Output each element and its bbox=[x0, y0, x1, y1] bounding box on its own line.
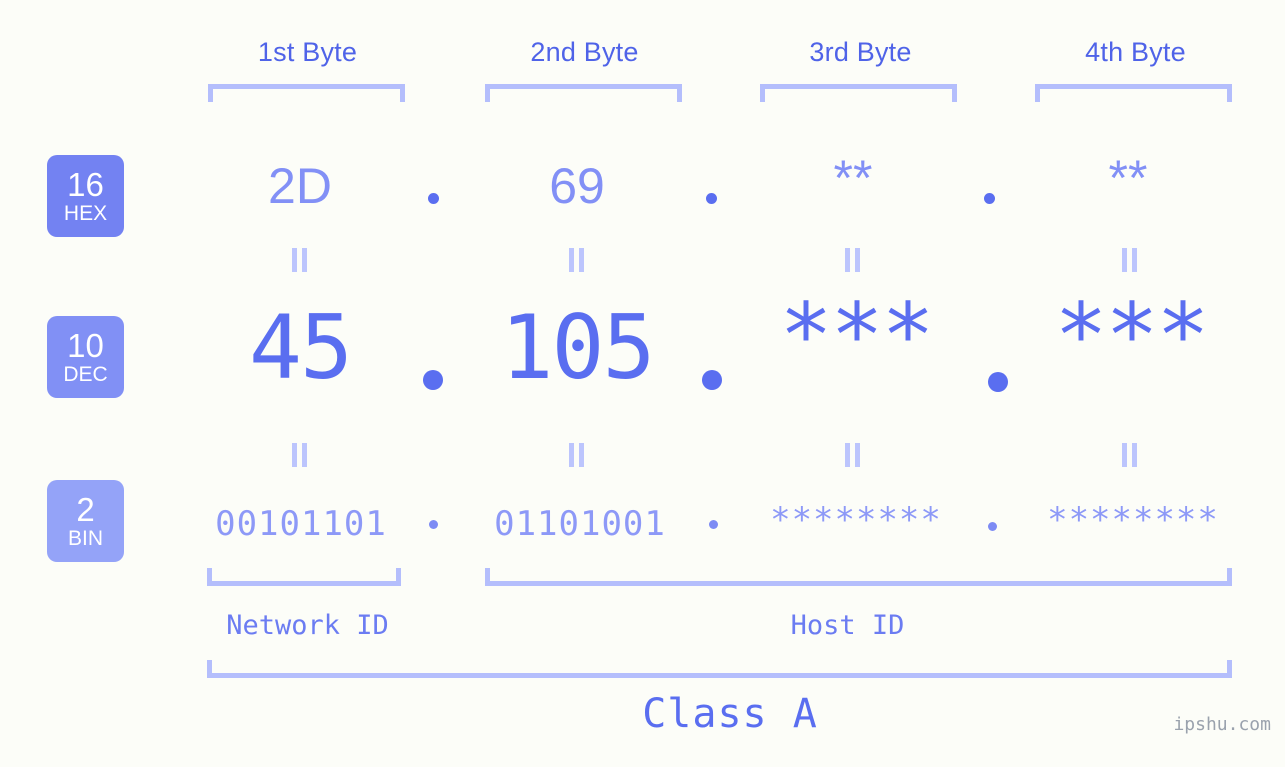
site-watermark: ipshu.com bbox=[1173, 714, 1271, 735]
dec-byte-1-value: 45 bbox=[249, 296, 353, 399]
equality-connector-hex-dec-4 bbox=[1122, 248, 1139, 272]
byte-header-1: 1st Byte bbox=[257, 37, 358, 67]
equality-connector-dec-bin-4 bbox=[1122, 443, 1139, 467]
base-badge-bin-number: 2 bbox=[76, 490, 95, 528]
bin-separator-dot-1 bbox=[429, 520, 438, 529]
bin-byte-4-value: ******** bbox=[1047, 500, 1219, 540]
base-badge-bin-name: BIN bbox=[67, 526, 103, 550]
host-id-bracket bbox=[485, 568, 1232, 586]
byte-bracket-2 bbox=[485, 84, 682, 102]
hex-byte-4-value: ** bbox=[1108, 150, 1148, 206]
host-id-label: Host ID bbox=[790, 610, 905, 641]
hex-separator-dot-1 bbox=[428, 193, 439, 204]
dec-separator-dot-2 bbox=[702, 370, 722, 390]
dec-byte-3-value: *** bbox=[779, 284, 935, 387]
byte-header-2: 2nd Byte bbox=[530, 37, 639, 67]
equality-connector-hex-dec-2 bbox=[569, 248, 586, 272]
equality-connector-dec-bin-1 bbox=[292, 443, 309, 467]
byte-bracket-1 bbox=[208, 84, 405, 102]
dec-separator-dot-1 bbox=[423, 370, 443, 390]
network-id-bracket bbox=[207, 568, 401, 586]
base-badge-dec-name: DEC bbox=[63, 362, 108, 386]
base-badge-dec: 10 DEC bbox=[47, 316, 124, 398]
byte-header-3: 3rd Byte bbox=[809, 37, 912, 67]
ip-address-breakdown-diagram: 1st Byte 2nd Byte 3rd Byte 4th Byte 16 H… bbox=[0, 0, 1285, 767]
hex-byte-3-value: ** bbox=[833, 150, 873, 206]
dec-byte-2-value: 105 bbox=[500, 296, 656, 399]
dec-byte-4-value: *** bbox=[1054, 284, 1210, 387]
equality-connector-hex-dec-1 bbox=[292, 248, 309, 272]
hex-separator-dot-2 bbox=[706, 193, 717, 204]
byte-bracket-3 bbox=[760, 84, 957, 102]
bin-separator-dot-2 bbox=[709, 520, 718, 529]
equality-connector-hex-dec-3 bbox=[845, 248, 862, 272]
hex-byte-1-value: 2D bbox=[268, 158, 332, 214]
class-label: Class A bbox=[642, 691, 818, 737]
equality-connector-dec-bin-3 bbox=[845, 443, 862, 467]
dec-separator-dot-3 bbox=[988, 372, 1008, 392]
bin-byte-3-value: ******** bbox=[770, 500, 942, 540]
hex-byte-2-value: 69 bbox=[549, 158, 605, 214]
base-badge-hex-number: 16 bbox=[67, 165, 104, 203]
byte-bracket-4 bbox=[1035, 84, 1232, 102]
network-id-label: Network ID bbox=[226, 610, 389, 641]
bin-byte-1-value: 00101101 bbox=[215, 504, 387, 544]
class-bracket bbox=[207, 660, 1232, 678]
base-badge-hex-name: HEX bbox=[63, 201, 108, 225]
base-badge-bin: 2 BIN bbox=[47, 480, 124, 562]
base-badge-dec-number: 10 bbox=[67, 326, 104, 364]
byte-header-4: 4th Byte bbox=[1085, 37, 1186, 67]
bin-byte-2-value: 01101001 bbox=[494, 504, 666, 544]
bin-separator-dot-3 bbox=[988, 522, 997, 531]
hex-separator-dot-3 bbox=[984, 193, 995, 204]
base-badge-hex: 16 HEX bbox=[47, 155, 124, 237]
equality-connector-dec-bin-2 bbox=[569, 443, 586, 467]
